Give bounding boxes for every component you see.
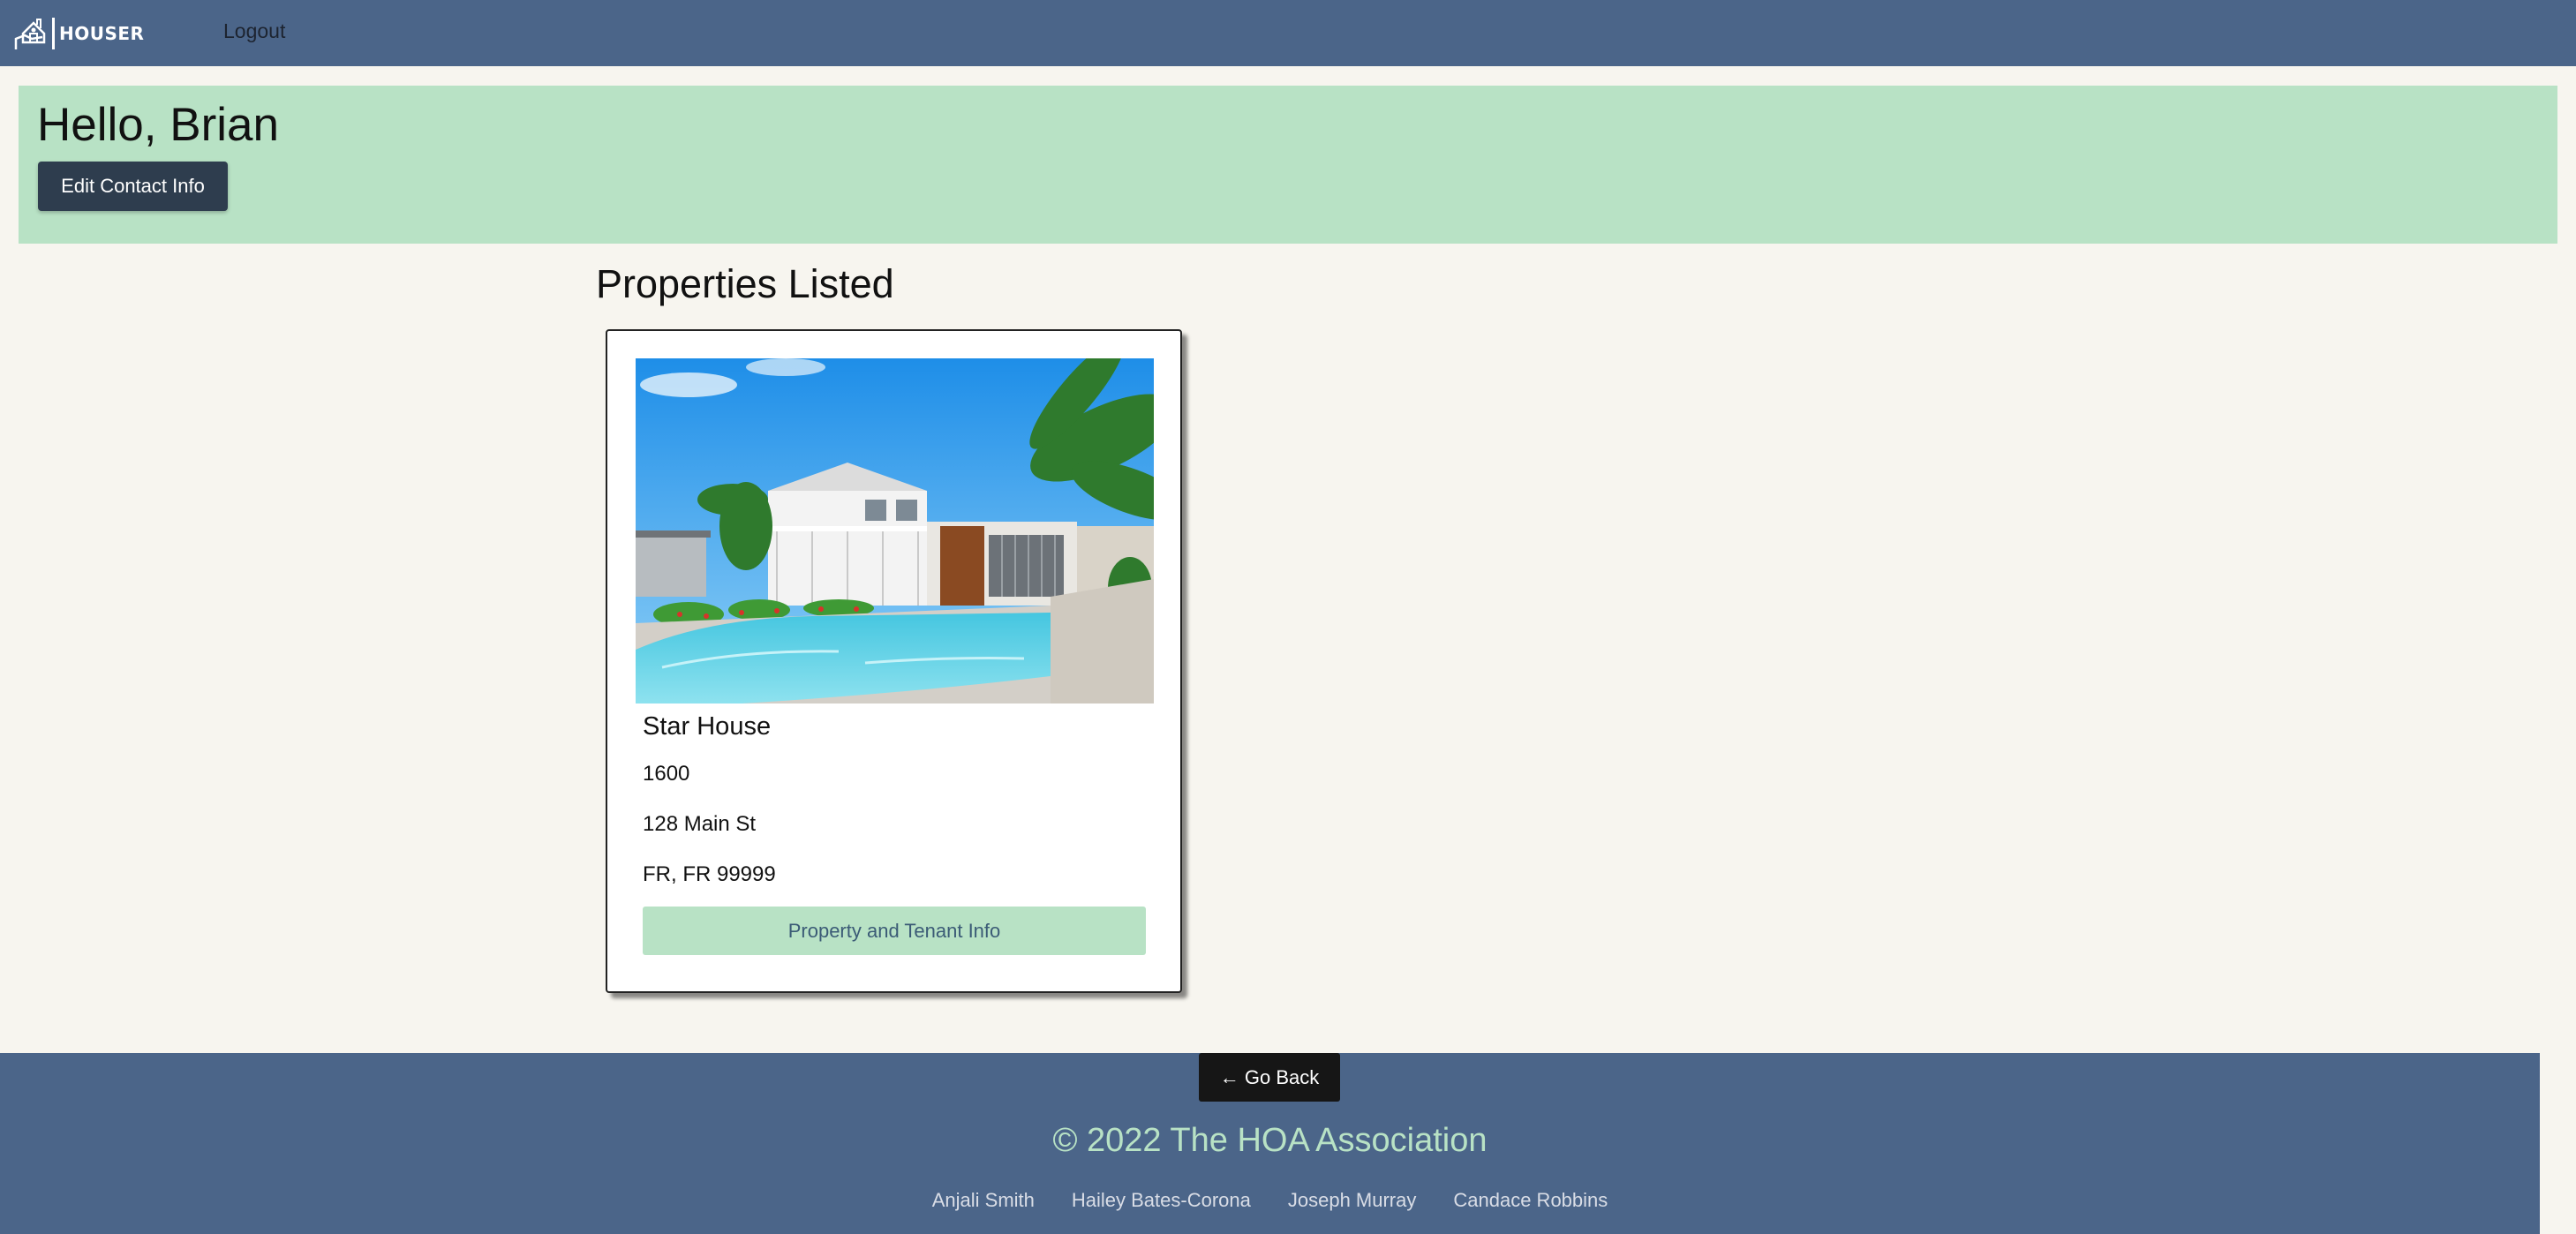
go-back-button[interactable]: ← Go Back	[1199, 1053, 1340, 1102]
property-city-state-zip: FR, FR 99999	[643, 862, 776, 886]
author-list: Anjali Smith Hailey Bates-Corona Joseph …	[0, 1189, 2540, 1212]
logo-divider	[52, 18, 55, 49]
property-street: 128 Main St	[643, 812, 757, 836]
greeting-heading: Hello, Brian	[37, 99, 279, 151]
footer: ← Go Back © 2022 The HOA Association Anj…	[0, 1053, 2540, 1234]
logout-link[interactable]: Logout	[223, 19, 285, 43]
author-link[interactable]: Hailey Bates-Corona	[1072, 1189, 1251, 1212]
house-hand-icon	[14, 19, 46, 49]
property-number: 1600	[643, 762, 690, 786]
property-photo	[636, 358, 1154, 704]
logo-text: HOUSER	[59, 23, 145, 44]
copyright-text: © 2022 The HOA Association	[1052, 1122, 1488, 1159]
edit-contact-info-button[interactable]: Edit Contact Info	[38, 162, 228, 211]
houser-logo[interactable]: HOUSER	[12, 16, 144, 51]
top-navbar: HOUSER Logout	[0, 0, 2576, 66]
greeting-banner: Hello, Brian Edit Contact Info	[19, 86, 2557, 244]
properties-listed-heading: Properties Listed	[596, 261, 894, 306]
author-link[interactable]: Joseph Murray	[1288, 1189, 1417, 1212]
author-link[interactable]: Candace Robbins	[1453, 1189, 1608, 1212]
property-card: Star House 1600 128 Main St FR, FR 99999…	[606, 329, 1182, 993]
author-link[interactable]: Anjali Smith	[932, 1189, 1035, 1212]
property-name: Star House	[643, 712, 772, 741]
property-tenant-info-button[interactable]: Property and Tenant Info	[643, 907, 1146, 955]
